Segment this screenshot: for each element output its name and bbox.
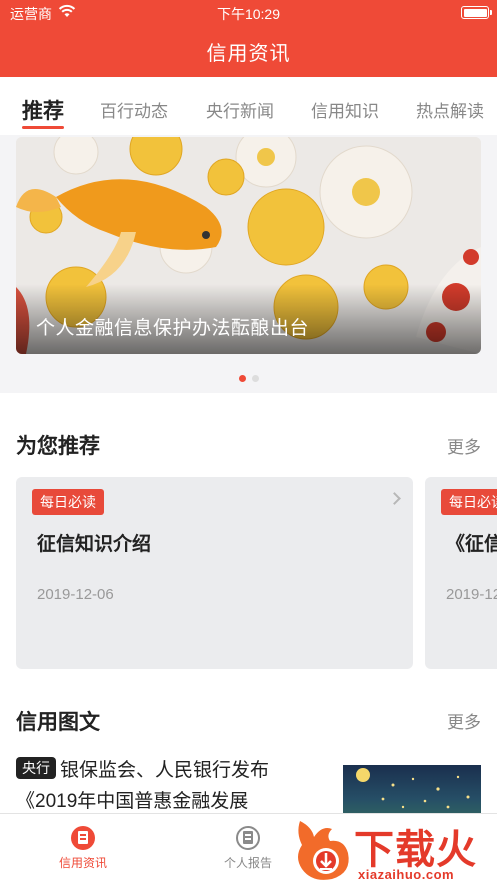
card-date: 2019-12	[446, 586, 497, 603]
card-date: 2019-12-06	[37, 586, 114, 603]
page-title: 信用资讯	[206, 43, 291, 65]
recommend-card[interactable]: 每日必读 征信知识介绍 2019-12-06	[16, 477, 413, 669]
tabbar-label: 个人报告	[223, 856, 272, 870]
banner-caption: 个人金融信息保护办法酝酿出台	[36, 318, 310, 339]
tabbar-personal-report[interactable]: 个人报告	[198, 826, 298, 871]
banner-section: 个人金融信息保护办法酝酿出台	[0, 135, 497, 393]
tabbar-label: 信用资讯	[58, 856, 107, 870]
news-icon	[71, 826, 95, 850]
status-bar: 运营商 下午10:29	[0, 0, 497, 26]
tab-hot-topics[interactable]: 热点解读	[416, 97, 484, 122]
carousel-indicator	[0, 369, 497, 387]
tab-central-bank-news[interactable]: 央行新闻	[206, 97, 274, 122]
recommend-more-link[interactable]: 更多	[447, 433, 481, 458]
active-tab-indicator	[22, 126, 64, 129]
watermark-url: xiazaihuo.com	[358, 867, 455, 882]
recommend-card[interactable]: 每日必读 《征信 2019-12	[425, 477, 497, 669]
flame-logo-icon	[298, 821, 349, 880]
watermark: 下载火 xiazaihuo.com	[292, 817, 497, 883]
card-title: 征信知识介绍	[37, 534, 152, 555]
recommend-section-title: 为您推荐	[16, 435, 100, 458]
card-title: 《征信	[446, 534, 497, 555]
category-tabs: 推荐 百行动态 央行新闻 信用知识 热点解读	[0, 77, 497, 135]
graphic-more-link[interactable]: 更多	[447, 708, 481, 733]
tab-credit-knowledge[interactable]: 信用知识	[311, 97, 379, 122]
banner-carousel[interactable]: 个人金融信息保护办法酝酿出台	[16, 137, 481, 354]
battery-icon	[461, 6, 492, 19]
source-badge: 央行	[16, 757, 56, 779]
report-icon	[236, 826, 260, 850]
top-bar: 运营商 下午10:29 信用资讯	[0, 0, 497, 77]
article-thumbnail[interactable]	[343, 765, 481, 813]
tab-recommend[interactable]: 推荐	[22, 95, 64, 125]
article-item[interactable]: 央行 银保监会、人民银行发布《2019年中国普惠金融发展	[16, 755, 326, 817]
article-thumbnail-image	[356, 768, 470, 809]
tab-baihang-news[interactable]: 百行动态	[100, 97, 168, 122]
daily-read-badge: 每日必读	[441, 489, 497, 515]
clock: 下午10:29	[216, 6, 281, 22]
carousel-dot-active	[238, 375, 246, 382]
carousel-dot	[251, 375, 259, 382]
graphic-section-title: 信用图文	[16, 711, 100, 734]
tabbar-credit-news[interactable]: 信用资讯	[33, 826, 133, 871]
daily-read-badge: 每日必读	[32, 489, 104, 515]
chevron-right-icon	[388, 492, 401, 505]
